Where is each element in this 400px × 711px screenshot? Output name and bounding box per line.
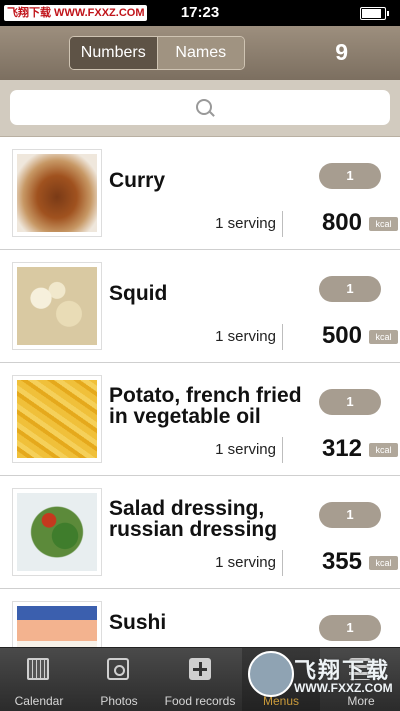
sort-segmented-control: Numbers Names — [69, 36, 245, 70]
kcal-unit-badge: kcal — [369, 217, 398, 231]
curry-photo — [17, 154, 97, 232]
quantity-button[interactable]: 1 — [319, 276, 381, 302]
divider — [282, 550, 283, 576]
calendar-icon — [27, 658, 49, 680]
menu-list: Curry 1 1 serving 800 kcal Squid 1 1 ser… — [0, 137, 400, 647]
list-item[interactable]: Squid 1 1 serving 500 kcal — [0, 250, 400, 363]
calorie-value: 355 — [321, 548, 362, 575]
tab-label: Food records — [164, 694, 236, 708]
quantity-button[interactable]: 1 — [319, 163, 381, 189]
header-bar: Numbers Names 9 — [0, 26, 400, 80]
serving-size: 1 serving — [215, 441, 276, 458]
serving-size: 1 serving — [215, 328, 276, 345]
list-item[interactable]: Potato, french fried in vegetable oil 1 … — [0, 363, 400, 476]
divider — [282, 211, 283, 237]
quantity-button[interactable]: 1 — [319, 389, 381, 415]
watermark-url: WWW.FXXZ.COM — [294, 681, 393, 695]
list-item[interactable]: Curry 1 1 serving 800 kcal — [0, 137, 400, 250]
food-name: Squid — [109, 282, 168, 305]
food-thumbnail — [12, 149, 102, 237]
tab-calendar[interactable]: Calendar — [0, 648, 78, 711]
food-thumbnail — [12, 262, 102, 350]
tab-label: Photos — [100, 694, 138, 708]
food-name: Salad dressing, russian dressing — [109, 497, 278, 541]
food-thumbnail — [12, 601, 102, 647]
search-bar — [0, 80, 400, 137]
list-item[interactable]: Sushi 1 — [0, 589, 400, 647]
serving-size: 1 serving — [215, 215, 276, 232]
food-name: Potato, french fried in vegetable oil — [109, 384, 302, 428]
watermark-overlay: 飞翔下载 WWW.FXXZ.COM — [248, 651, 398, 701]
fries-photo — [17, 380, 97, 458]
photo-icon — [107, 658, 129, 680]
segment-names[interactable]: Names — [156, 37, 244, 69]
squid-photo — [17, 267, 97, 345]
list-item[interactable]: Salad dressing, russian dressing 1 1 ser… — [0, 476, 400, 589]
kcal-unit-badge: kcal — [369, 330, 398, 344]
search-input[interactable] — [50, 90, 384, 127]
add-icon — [189, 658, 211, 680]
quantity-button[interactable]: 1 — [319, 502, 381, 528]
quantity-button[interactable]: 1 — [319, 615, 381, 641]
food-thumbnail — [12, 488, 102, 576]
kcal-unit-badge: kcal — [369, 556, 398, 570]
tab-label: Calendar — [14, 694, 64, 708]
search-field[interactable] — [10, 90, 390, 127]
calorie-value: 800 — [321, 209, 362, 236]
food-thumbnail — [12, 375, 102, 463]
divider — [282, 437, 283, 463]
food-name: Curry — [109, 169, 166, 192]
sushi-photo — [17, 606, 97, 647]
battery-level — [362, 9, 381, 18]
tab-food-records[interactable]: Food records — [160, 648, 240, 711]
kcal-unit-badge: kcal — [369, 443, 398, 457]
watermark-logo-icon — [248, 651, 294, 697]
salad-photo — [17, 493, 97, 571]
status-time: 17:23 — [180, 4, 220, 21]
calorie-value: 312 — [321, 435, 362, 462]
calorie-value: 500 — [321, 322, 362, 349]
item-count: 9 — [335, 39, 348, 65]
battery-icon — [360, 7, 389, 20]
tab-photos[interactable]: Photos — [80, 648, 158, 711]
status-bar: 飞翔下载 WWW.FXXZ.COM 17:23 — [0, 0, 400, 26]
segment-numbers[interactable]: Numbers — [70, 37, 157, 69]
divider — [282, 324, 283, 350]
serving-size: 1 serving — [215, 554, 276, 571]
food-name: Sushi — [109, 611, 167, 634]
